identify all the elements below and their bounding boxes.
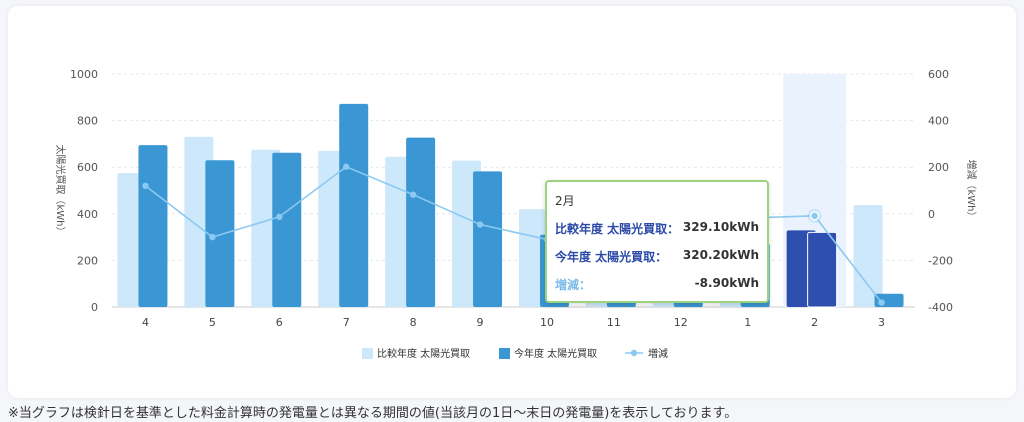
point-diff	[409, 191, 417, 198]
x-tick-label: 9	[477, 316, 484, 329]
tooltip-label: 比較年度 太陽光買取：	[555, 222, 680, 236]
bar-compare	[853, 204, 883, 307]
tooltip-label: 増減：	[555, 278, 592, 292]
x-tick-label: 2	[811, 316, 818, 329]
bar-current	[406, 137, 436, 307]
x-tick-label: 10	[540, 316, 554, 329]
left-axis-title: 太陽光買取（kWh）	[54, 144, 67, 236]
x-tick-label: 3	[878, 316, 885, 329]
tooltip-row-compare: 比較年度 太陽光買取： 329.10kWh	[555, 220, 759, 237]
right-tick-label: 600	[928, 68, 949, 81]
legend-swatch-current	[499, 348, 510, 359]
right-tick-label: -200	[928, 254, 953, 267]
legend-label-diff: 増減	[648, 347, 668, 360]
chart: 1000 600 800 400 600 200 400 0 200 -200 0 -400 4 5 6 7 8…	[54, 68, 978, 360]
footnote: ※当グラフは検針日を基準とした料金計算時の発電量とは異なる期間の値(当該月の1日…	[8, 406, 738, 421]
right-axis-title: 増減（kWh）	[965, 159, 978, 221]
tooltip-row-diff: 増減： -8.90kWh	[555, 276, 759, 293]
left-tick-label: 600	[77, 161, 98, 174]
bar-current	[272, 152, 302, 307]
point-diff	[142, 182, 149, 190]
x-tick-label: 11	[607, 316, 621, 329]
bar-current	[138, 145, 168, 307]
bar-current	[205, 160, 235, 307]
legend-label-compare: 比較年度 太陽光買取	[377, 347, 470, 360]
point-diff	[276, 213, 283, 221]
tooltip-row-current: 今年度 太陽光買取： 320.20kWh	[555, 248, 759, 265]
bar-current	[339, 103, 369, 307]
tooltip-label: 今年度 太陽光買取：	[555, 250, 668, 264]
point-diff	[209, 233, 216, 241]
tooltip-value: 320.20kWh	[682, 248, 759, 262]
point-diff	[476, 221, 484, 228]
x-tick-label: 12	[674, 316, 688, 329]
left-tick-label: 1000	[70, 68, 98, 81]
x-tick-label: 4	[142, 316, 149, 329]
tooltip-value: -8.90kWh	[694, 276, 759, 290]
tooltip: 2月 比較年度 太陽光買取： 329.10kWh 今年度 太陽光買取： 320.…	[545, 180, 769, 303]
x-tick-label: 8	[410, 316, 417, 329]
point-diff	[878, 299, 885, 306]
right-tick-label: -400	[928, 301, 953, 314]
right-tick-label: 0	[928, 208, 935, 221]
x-tick-label: 1	[744, 316, 751, 329]
x-tick-label: 7	[343, 316, 350, 329]
left-tick-label: 0	[91, 301, 98, 314]
left-tick-label: 800	[77, 115, 98, 128]
left-tick-label: 400	[77, 208, 98, 221]
right-tick-label: 200	[928, 161, 949, 174]
x-tick-label: 6	[276, 316, 283, 329]
bar-current	[807, 231, 838, 308]
tooltip-value: 329.10kWh	[682, 220, 759, 234]
legend-label-current: 今年度 太陽光買取	[514, 347, 597, 360]
x-tick-label: 5	[209, 316, 216, 329]
legend-swatch-compare	[362, 348, 373, 359]
tooltip-title: 2月	[555, 194, 575, 208]
right-tick-label: 400	[928, 115, 949, 128]
point-diff	[809, 211, 820, 221]
point-diff	[343, 163, 350, 170]
legend-point-diff	[630, 349, 638, 357]
left-tick-label: 200	[77, 254, 98, 267]
bar-current	[473, 171, 503, 307]
